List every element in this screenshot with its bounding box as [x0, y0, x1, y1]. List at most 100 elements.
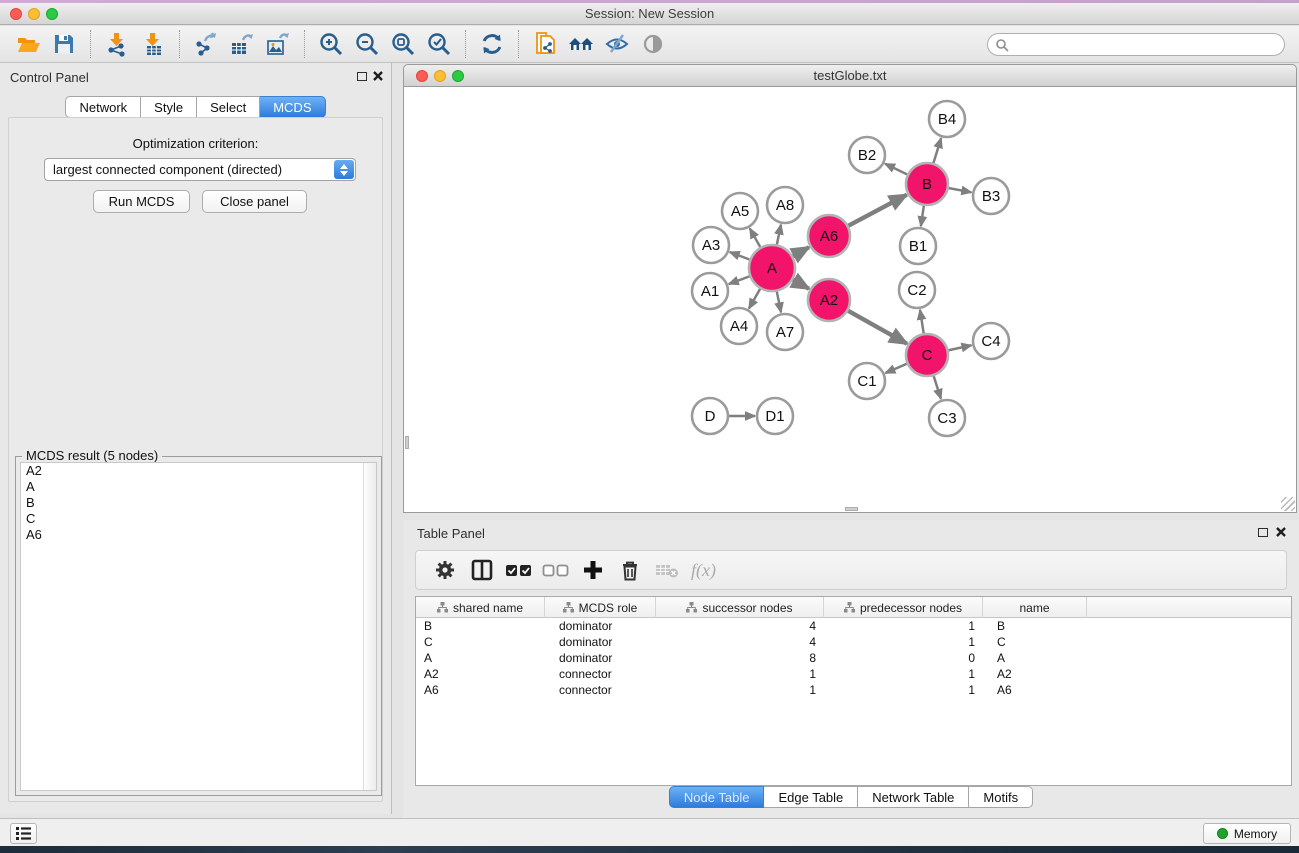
mcds-result-item[interactable]: A — [21, 479, 376, 495]
duplicate-network-button[interactable] — [527, 29, 563, 59]
graph-node-C1[interactable]: C1 — [849, 363, 885, 399]
column-header-predecessor-nodes[interactable]: predecessor nodes — [824, 597, 983, 618]
float-table-panel-icon[interactable] — [1258, 528, 1268, 537]
graph-node-B3[interactable]: B3 — [973, 178, 1009, 214]
save-session-button[interactable] — [46, 29, 82, 59]
tab-edge-table[interactable]: Edge Table — [764, 786, 858, 808]
select-stepper-icon[interactable] — [334, 160, 354, 179]
graph-node-C3[interactable]: C3 — [929, 400, 965, 436]
graph-node-C[interactable]: C — [906, 334, 948, 376]
table-row[interactable]: A6connector11A6 — [416, 682, 1291, 698]
export-table-button[interactable] — [224, 29, 260, 59]
graph-node-A4[interactable]: A4 — [721, 308, 757, 344]
tab-style[interactable]: Style — [141, 96, 197, 118]
zoom-selected-button[interactable] — [421, 29, 457, 59]
zoom-in-button[interactable] — [313, 29, 349, 59]
table-row[interactable]: Adominator80A — [416, 650, 1291, 666]
column-header-mcds-role[interactable]: MCDS role — [545, 597, 656, 618]
graph-edge-C-C2[interactable] — [920, 310, 924, 334]
window-resize-grip[interactable] — [1281, 497, 1295, 511]
import-table-button[interactable] — [135, 29, 171, 59]
open-session-button[interactable] — [10, 29, 46, 59]
tab-mcds[interactable]: MCDS — [260, 96, 325, 118]
network-canvas[interactable]: AA1A2A3A4A5A6A7A8BB1B2B3B4CC1C2C3C4DD1 — [403, 87, 1297, 513]
add-column-button[interactable] — [574, 554, 611, 586]
graph-node-C4[interactable]: C4 — [973, 323, 1009, 359]
hide-selected-button[interactable] — [599, 29, 635, 59]
graph-node-B2[interactable]: B2 — [849, 137, 885, 173]
graph-node-A[interactable]: A — [749, 245, 795, 291]
export-network-button[interactable] — [188, 29, 224, 59]
graph-edge-A-A7[interactable] — [777, 291, 781, 313]
graph-node-D1[interactable]: D1 — [757, 398, 793, 434]
mcds-result-item[interactable]: A2 — [21, 463, 376, 479]
graph-node-A6[interactable]: A6 — [808, 215, 850, 257]
graph-edge-C-C4[interactable] — [948, 345, 972, 350]
graph-node-B[interactable]: B — [906, 163, 948, 205]
function-builder-button[interactable]: f(x) — [685, 554, 722, 586]
graph-edge-A6-B[interactable] — [848, 195, 907, 226]
graph-edge-A-A3[interactable] — [730, 252, 751, 260]
export-image-button[interactable] — [260, 29, 296, 59]
float-panel-icon[interactable] — [357, 72, 367, 81]
run-mcds-button[interactable]: Run MCDS — [93, 190, 190, 213]
delete-table-button[interactable] — [648, 554, 685, 586]
graph-node-A2[interactable]: A2 — [808, 279, 850, 321]
graph-edge-C-C3[interactable] — [933, 375, 941, 399]
graph-node-A5[interactable]: A5 — [722, 193, 758, 229]
table-settings-button[interactable] — [426, 554, 463, 586]
graph-edge-A-A2[interactable] — [792, 279, 809, 288]
list-scrollbar[interactable] — [363, 463, 376, 790]
graph-node-C2[interactable]: C2 — [899, 272, 935, 308]
close-panel-button[interactable]: Close panel — [202, 190, 307, 213]
graph-edge-A2-C[interactable] — [847, 310, 907, 343]
import-network-button[interactable] — [99, 29, 135, 59]
column-header-shared-name[interactable]: shared name — [416, 597, 545, 618]
column-header-name[interactable]: name — [983, 597, 1087, 618]
graph-node-A8[interactable]: A8 — [767, 187, 803, 223]
canvas-left-thumb[interactable] — [405, 436, 409, 449]
graph-node-B1[interactable]: B1 — [900, 228, 936, 264]
memory-button[interactable]: Memory — [1203, 823, 1291, 844]
mcds-result-item[interactable]: B — [21, 495, 376, 511]
tab-motifs[interactable]: Motifs — [969, 786, 1033, 808]
close-panel-icon[interactable] — [372, 70, 384, 82]
zoom-fit-button[interactable] — [385, 29, 421, 59]
tab-network-table[interactable]: Network Table — [858, 786, 969, 808]
optimization-select[interactable]: largest connected component (directed) — [44, 158, 356, 181]
column-header-successor-nodes[interactable]: successor nodes — [656, 597, 824, 618]
graph-edge-B-B3[interactable] — [948, 188, 972, 192]
refresh-layout-button[interactable] — [474, 29, 510, 59]
table-row[interactable]: Cdominator41C — [416, 634, 1291, 650]
graph-node-A1[interactable]: A1 — [692, 273, 728, 309]
delete-column-button[interactable] — [611, 554, 648, 586]
mcds-result-item[interactable]: C — [21, 511, 376, 527]
deselect-all-rows-button[interactable] — [537, 554, 574, 586]
canvas-bottom-thumb[interactable] — [845, 507, 858, 511]
graph-edge-C-C1[interactable] — [885, 363, 907, 373]
graph-edge-A-A5[interactable] — [750, 228, 761, 248]
select-all-rows-button[interactable] — [500, 554, 537, 586]
close-table-panel-icon[interactable] — [1275, 526, 1287, 538]
graph-edge-A-A6[interactable] — [792, 247, 809, 256]
graph-node-A7[interactable]: A7 — [767, 314, 803, 350]
graph-edge-B-B2[interactable] — [885, 164, 908, 175]
graph-node-D[interactable]: D — [692, 398, 728, 434]
column-layout-button[interactable] — [463, 554, 500, 586]
table-row[interactable]: Bdominator41B — [416, 618, 1291, 634]
mcds-result-list[interactable]: A2ABCA6 — [20, 462, 377, 791]
graph-edge-B-B4[interactable] — [933, 138, 941, 164]
graph-edge-A-A8[interactable] — [777, 225, 781, 246]
show-hidden-button[interactable] — [635, 29, 671, 59]
table-row[interactable]: A2connector11A2 — [416, 666, 1291, 682]
graph-edge-B-B1[interactable] — [921, 205, 924, 226]
graph-edge-A-A1[interactable] — [729, 276, 751, 284]
first-neighbors-button[interactable] — [563, 29, 599, 59]
tab-node-table[interactable]: Node Table — [669, 786, 765, 808]
search-input[interactable] — [1014, 37, 1264, 51]
graph-node-B4[interactable]: B4 — [929, 101, 965, 137]
tab-network[interactable]: Network — [65, 96, 141, 118]
graph-edge-A-A4[interactable] — [749, 288, 761, 309]
zoom-out-button[interactable] — [349, 29, 385, 59]
mcds-result-item[interactable]: A6 — [21, 527, 376, 543]
